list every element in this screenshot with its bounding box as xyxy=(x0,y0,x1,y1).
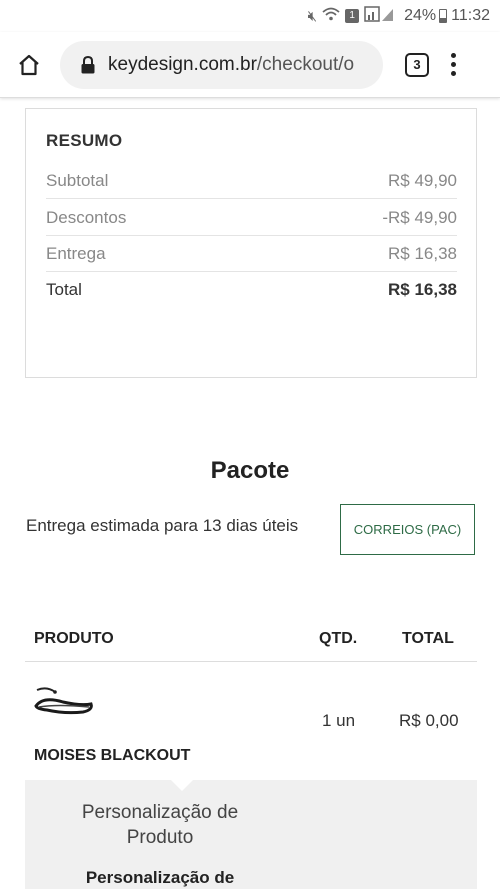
personalization-heading-line1: Personalização de xyxy=(81,802,239,823)
summary-title: RESUMO xyxy=(46,131,123,150)
summary-label: Entrega xyxy=(46,243,106,263)
tabs-icon[interactable]: 3 xyxy=(405,52,429,77)
personalization-heading-line2: Produto xyxy=(126,827,194,848)
summary-row-total: Total R$ 16,38 xyxy=(46,272,457,308)
shipping-method-label: CORREIOS (PAC) xyxy=(353,522,462,537)
product-name[interactable]: MOISES BLACKOUT xyxy=(34,747,190,765)
url-path: /checkout/o xyxy=(256,53,355,75)
personalization-panel: Personalização de Produto Personalização… xyxy=(25,780,477,889)
summary-label: Total xyxy=(46,280,82,299)
product-image xyxy=(33,684,95,718)
lock-icon xyxy=(80,55,96,74)
summary-row-shipping: Entrega R$ 16,38 xyxy=(46,236,457,272)
summary-value: R$ 16,38 xyxy=(388,243,457,263)
header-quantity: QTD. xyxy=(319,630,358,647)
summary-row-discount: Descontos -R$ 49,90 xyxy=(46,200,457,236)
shipping-method-button[interactable]: CORREIOS (PAC) xyxy=(340,504,475,555)
home-icon[interactable] xyxy=(14,50,44,80)
product-quantity: 1 un xyxy=(322,711,356,730)
browser-toolbar: keydesign.com.br/checkout/o 3 xyxy=(0,32,500,98)
url-domain: keydesign.com.br xyxy=(108,53,257,75)
url-bar[interactable]: keydesign.com.br/checkout/o xyxy=(60,40,383,89)
summary-label: Subtotal xyxy=(46,170,109,190)
sim-icon: 1 xyxy=(345,9,360,23)
header-product: PRODUTO xyxy=(34,630,114,647)
url-text: keydesign.com.br/checkout/o xyxy=(108,54,354,76)
header-total: TOTAL xyxy=(402,630,454,647)
battery-icon xyxy=(439,9,448,23)
mute-icon: 🔇︎ xyxy=(307,7,318,25)
personalization-subheading: Personalização de xyxy=(85,868,235,887)
battery-percent: 24% xyxy=(404,7,437,24)
summary-label: Descontos xyxy=(46,207,127,227)
product-total: R$ 0,00 xyxy=(399,711,459,730)
order-summary: RESUMO Subtotal R$ 49,90 Descontos -R$ 4… xyxy=(25,108,477,378)
status-icons: 🔇︎ 1 xyxy=(308,6,394,26)
product-table-header: PRODUTO QTD. TOTAL xyxy=(25,616,477,662)
package-title: Pacote xyxy=(210,457,290,484)
summary-value: -R$ 49,90 xyxy=(382,207,457,227)
overflow-menu-icon[interactable] xyxy=(449,53,457,76)
wifi-icon xyxy=(322,7,340,25)
summary-value: R$ 16,38 xyxy=(388,280,457,299)
summary-row-subtotal: Subtotal R$ 49,90 xyxy=(46,163,457,199)
panel-notch xyxy=(170,780,194,791)
signal-icon xyxy=(364,6,394,26)
status-bar: 🔇︎ 1 24% 11:32 xyxy=(0,0,500,32)
personalization-heading: Personalização de Produto xyxy=(25,800,295,850)
clock: 11:32 xyxy=(451,7,490,24)
tab-count: 3 xyxy=(413,57,421,72)
summary-value: R$ 49,90 xyxy=(388,170,457,190)
delivery-estimate: Entrega estimada para 13 dias úteis xyxy=(26,516,299,535)
